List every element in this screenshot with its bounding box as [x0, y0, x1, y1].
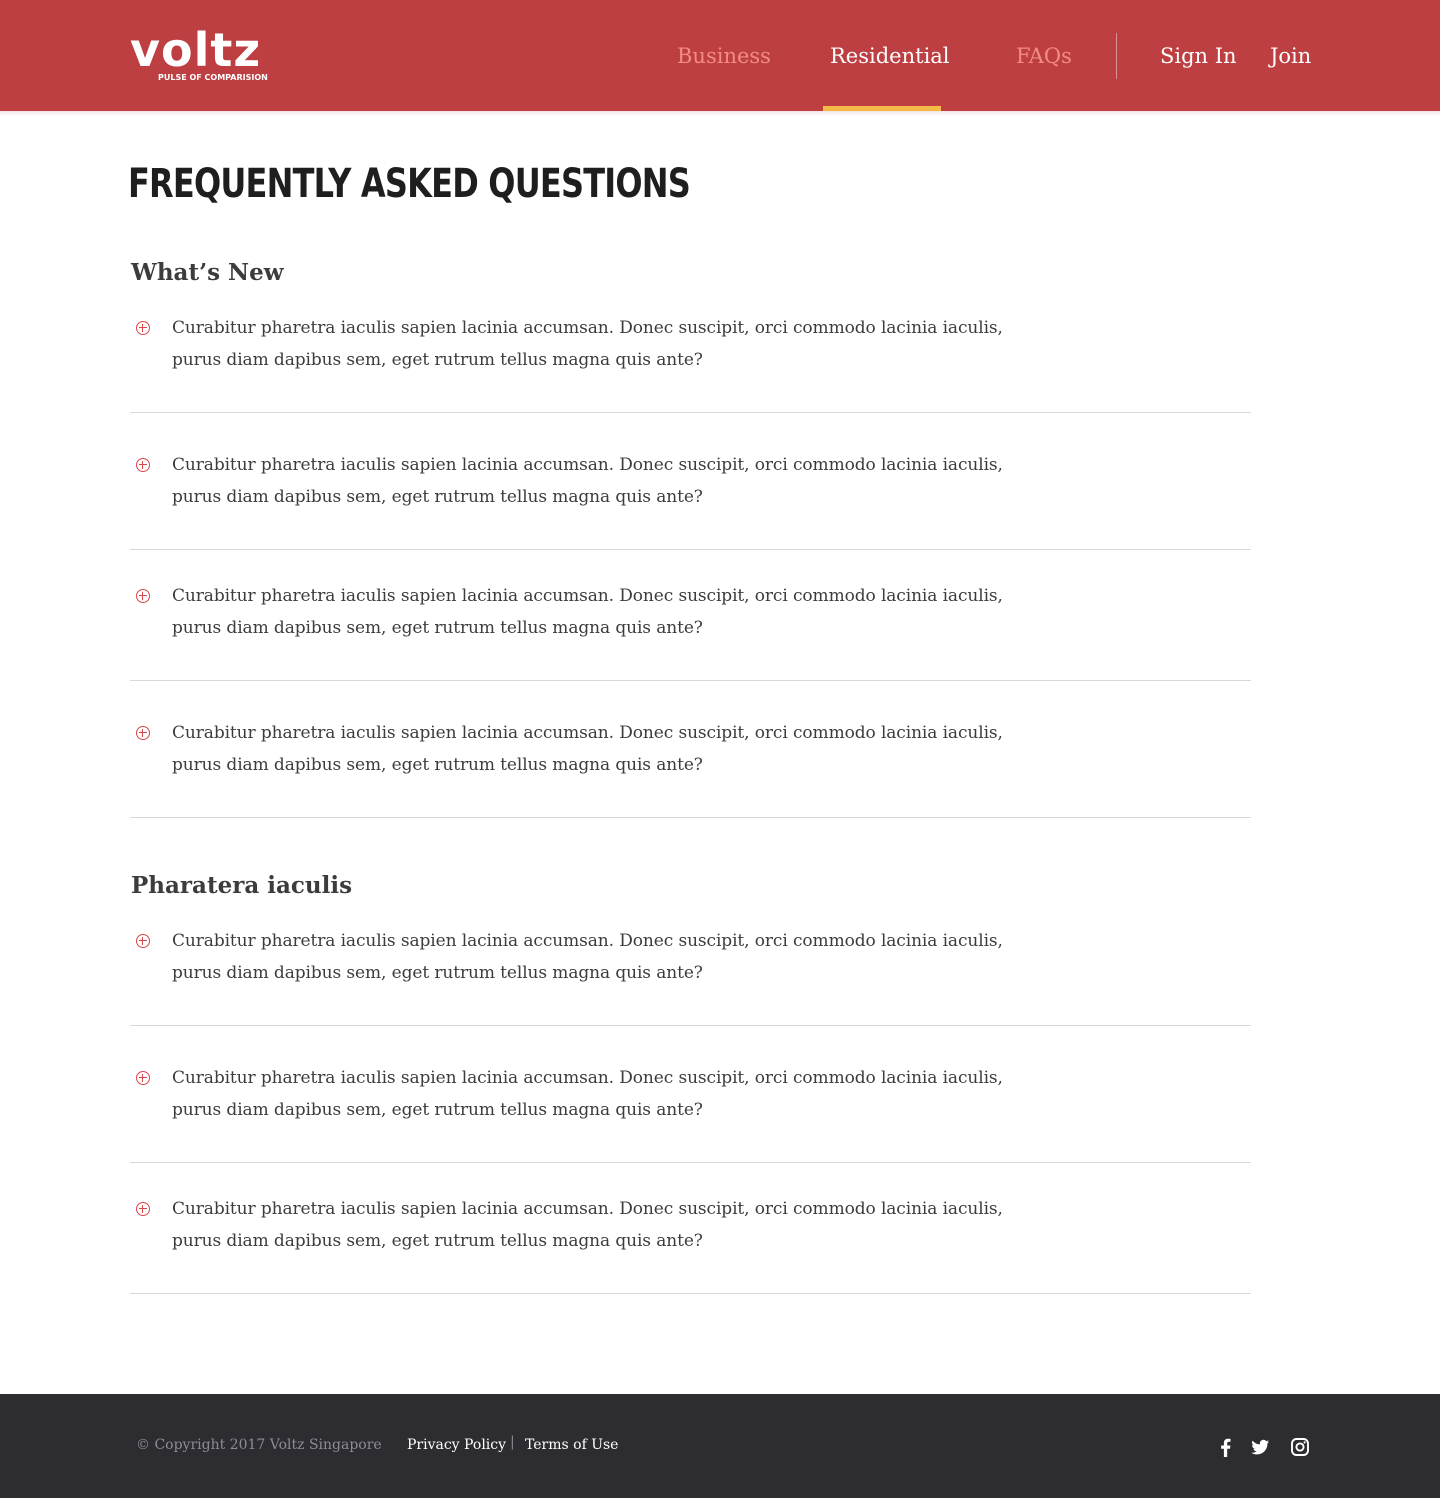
expand-plus-icon[interactable]: [136, 321, 150, 335]
faq-divider: [130, 1293, 1251, 1294]
faq-divider: [130, 412, 1251, 413]
facebook-icon[interactable]: [1216, 1437, 1236, 1457]
expand-plus-icon[interactable]: [136, 458, 150, 472]
privacy-policy-link[interactable]: Privacy Policy: [407, 1435, 506, 1455]
voltz-logo[interactable]: voltz PULSE OF COMPARISION: [130, 26, 280, 88]
faq-divider: [130, 1025, 1251, 1026]
logo-tagline: PULSE OF COMPARISION: [158, 73, 268, 82]
faq-divider: [130, 680, 1251, 681]
nav-faqs[interactable]: FAQs: [1016, 42, 1072, 70]
faq-divider: [130, 549, 1251, 550]
site-footer: © Copyright 2017 Voltz Singapore Privacy…: [0, 1394, 1440, 1498]
faq-divider: [130, 1162, 1251, 1163]
faq-question[interactable]: Curabitur pharetra iaculis sapien lacini…: [172, 580, 1052, 644]
expand-plus-icon[interactable]: [136, 589, 150, 603]
footer-separator: |: [510, 1434, 515, 1450]
instagram-icon[interactable]: [1290, 1437, 1310, 1457]
copyright-text: © Copyright 2017 Voltz Singapore: [136, 1437, 382, 1453]
twitter-icon[interactable]: [1250, 1437, 1270, 1457]
nav-business[interactable]: Business: [677, 42, 771, 70]
section-title-whats-new: What’s New: [131, 259, 284, 286]
faq-question[interactable]: Curabitur pharetra iaculis sapien lacini…: [172, 312, 1052, 376]
nav-residential[interactable]: Residential: [830, 42, 950, 70]
header-shadow: [0, 111, 1440, 116]
expand-plus-icon[interactable]: [136, 726, 150, 740]
faq-question[interactable]: Curabitur pharetra iaculis sapien lacini…: [172, 717, 1052, 781]
section-title-pharatera-iaculis: Pharatera iaculis: [131, 872, 353, 899]
logo-wordmark: voltz: [130, 23, 262, 77]
faq-divider: [130, 817, 1251, 818]
faq-question[interactable]: Curabitur pharetra iaculis sapien lacini…: [172, 449, 1052, 513]
nav-divider: [1116, 33, 1117, 79]
expand-plus-icon[interactable]: [136, 1071, 150, 1085]
sign-in-link[interactable]: Sign In: [1160, 42, 1237, 70]
expand-plus-icon[interactable]: [136, 934, 150, 948]
faq-question[interactable]: Curabitur pharetra iaculis sapien lacini…: [172, 925, 1052, 989]
expand-plus-icon[interactable]: [136, 1202, 150, 1216]
faq-question[interactable]: Curabitur pharetra iaculis sapien lacini…: [172, 1062, 1052, 1126]
faq-question[interactable]: Curabitur pharetra iaculis sapien lacini…: [172, 1193, 1052, 1257]
site-header: voltz PULSE OF COMPARISION Business Resi…: [0, 0, 1440, 111]
terms-of-use-link[interactable]: Terms of Use: [525, 1435, 618, 1455]
join-link[interactable]: Join: [1270, 42, 1311, 70]
page-title: FREQUENTLY ASKED QUESTIONS: [128, 161, 691, 207]
